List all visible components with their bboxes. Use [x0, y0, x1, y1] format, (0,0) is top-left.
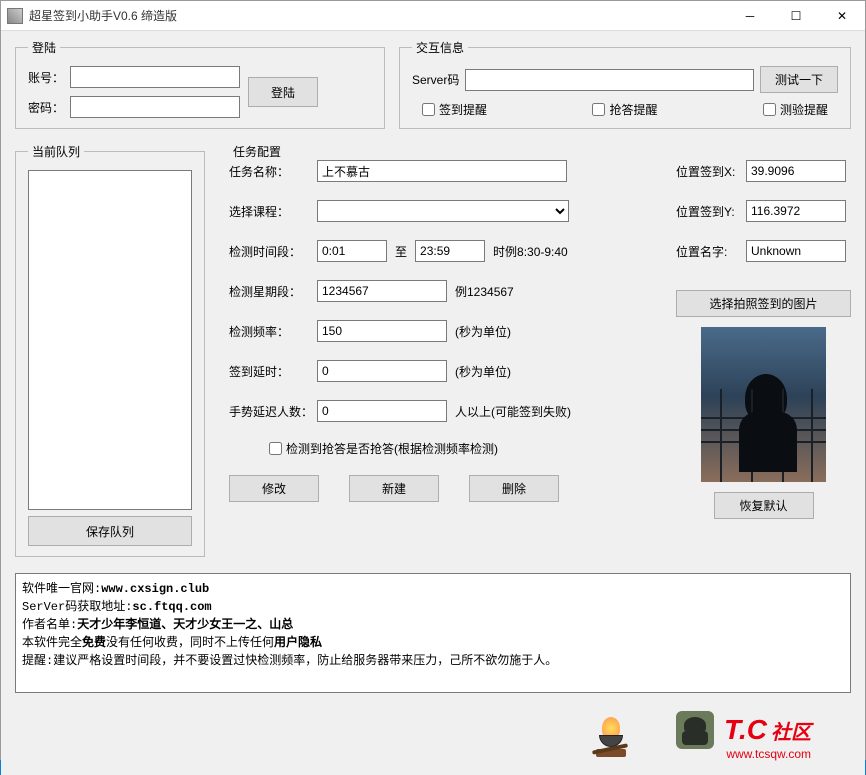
freq-label: 检测频率： [229, 323, 309, 340]
pubg-icon [676, 711, 714, 749]
titlebar: 超星签到小助手V0.6 缔造版 ─ ☐ ✕ [1, 1, 865, 31]
gesture-unit: 人以上(可能签到失败) [455, 403, 571, 420]
locname-label: 位置名字: [676, 243, 738, 260]
course-label: 选择课程： [229, 203, 309, 220]
queue-legend: 当前队列 [28, 143, 84, 160]
maximize-button[interactable]: ☐ [773, 1, 819, 31]
password-label: 密码： [28, 99, 64, 116]
queue-list[interactable] [28, 170, 192, 510]
checkbox-test[interactable]: 测验提醒 [763, 101, 828, 118]
locname-input[interactable] [746, 240, 846, 262]
weekday-label: 检测星期段： [229, 283, 309, 300]
footer: T.C 社区 www.tcsqw.com [15, 697, 851, 767]
checkbox-sign[interactable]: 签到提醒 [422, 101, 487, 118]
window-title: 超星签到小助手V0.6 缔造版 [29, 7, 727, 24]
login-group: 登陆 账号： 密码： 登陆 [15, 39, 385, 129]
test-button[interactable]: 测试一下 [760, 66, 838, 93]
save-queue-button[interactable]: 保存队列 [28, 516, 192, 546]
time-from-input[interactable] [317, 240, 387, 262]
taskname-input[interactable] [317, 160, 567, 182]
checkbox-autograb[interactable]: 检测到抢答是否抢答(根据检测频率检测) [269, 440, 498, 457]
app-icon [7, 8, 23, 24]
minimize-button[interactable]: ─ [727, 1, 773, 31]
account-input[interactable] [70, 66, 240, 88]
restore-default-button[interactable]: 恢复默认 [714, 492, 814, 519]
log-box[interactable]: 软件唯一官网:www.cxsign.club SerVer码获取地址:sc.ft… [15, 573, 851, 693]
login-button[interactable]: 登陆 [248, 77, 318, 107]
freq-unit: (秒为单位) [455, 323, 511, 340]
locy-input[interactable] [746, 200, 846, 222]
task-legend: 任务配置 [229, 143, 285, 160]
task-group: 任务配置 任务名称： 选择课程： 检测时间段： [219, 143, 851, 557]
delay-label: 签到延时： [229, 363, 309, 380]
time-example: 时例8:30-9:40 [493, 243, 568, 260]
weekday-input[interactable] [317, 280, 447, 302]
info-legend: 交互信息 [412, 39, 468, 56]
image-preview [701, 327, 826, 482]
password-input[interactable] [70, 96, 240, 118]
tc-logo: T.C 社区 www.tcsqw.com [676, 711, 811, 761]
locx-label: 位置签到X: [676, 163, 738, 180]
time-to-input[interactable] [415, 240, 485, 262]
delay-unit: (秒为单位) [455, 363, 511, 380]
taskname-label: 任务名称： [229, 163, 309, 180]
weekday-example: 例1234567 [455, 283, 514, 300]
campfire-icon [591, 717, 631, 757]
info-group: 交互信息 Server码 测试一下 签到提醒 抢答提醒 测验提醒 [399, 39, 851, 129]
time-to-label: 至 [395, 243, 407, 260]
modify-button[interactable]: 修改 [229, 475, 319, 502]
queue-group: 当前队列 保存队列 [15, 143, 205, 557]
gesture-input[interactable] [317, 400, 447, 422]
delete-button[interactable]: 删除 [469, 475, 559, 502]
delay-input[interactable] [317, 360, 447, 382]
locx-input[interactable] [746, 160, 846, 182]
checkbox-grab[interactable]: 抢答提醒 [592, 101, 657, 118]
login-legend: 登陆 [28, 39, 60, 56]
freq-input[interactable] [317, 320, 447, 342]
gesture-label: 手势延迟人数： [229, 403, 309, 420]
course-select[interactable] [317, 200, 569, 222]
new-button[interactable]: 新建 [349, 475, 439, 502]
locy-label: 位置签到Y: [676, 203, 738, 220]
account-label: 账号： [28, 69, 64, 86]
close-button[interactable]: ✕ [819, 1, 865, 31]
timerange-label: 检测时间段： [229, 243, 309, 260]
server-input[interactable] [465, 69, 754, 91]
pick-image-button[interactable]: 选择拍照签到的图片 [676, 290, 851, 317]
server-label: Server码 [412, 71, 459, 88]
